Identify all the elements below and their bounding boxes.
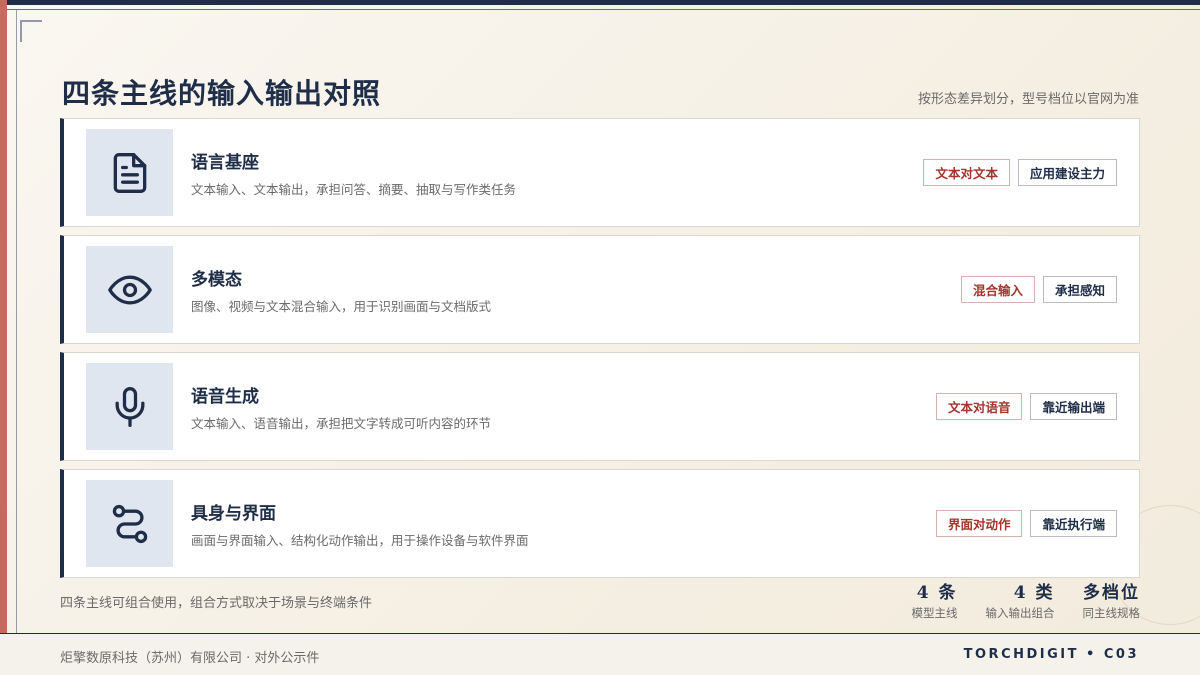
io-tag: 文本对文本 bbox=[923, 159, 1010, 186]
item-description: 画面与界面输入、结构化动作输出，用于操作设备与软件界面 bbox=[191, 532, 529, 548]
top-divider-line bbox=[0, 9, 1200, 10]
item-title: 多模态 bbox=[191, 269, 242, 290]
microphone-icon bbox=[115, 386, 144, 427]
stat-label: 输入输出组合 bbox=[985, 606, 1055, 620]
company-name: 炬擎数原科技（苏州）有限公司 · 对外公示件 bbox=[60, 651, 320, 666]
item-title: 语音生成 bbox=[191, 386, 259, 407]
stat-io-combos: 4 类 输入输出组合 bbox=[986, 578, 1055, 621]
item-title: 具身与界面 bbox=[191, 503, 276, 524]
stat-model-lines: 4 条 模型主线 bbox=[912, 578, 958, 621]
list-item-speech: 语音生成 文本输入、语音输出，承担把文字转成可听内容的环节 文本对语音 靠近输出… bbox=[60, 352, 1140, 461]
left-divider-line bbox=[16, 10, 17, 633]
list-item-multimodal: 多模态 图像、视频与文本混合输入，用于识别画面与文档版式 混合输入 承担感知 bbox=[60, 235, 1140, 344]
stat-value: 4 类 bbox=[1013, 583, 1055, 603]
stat-value: 多档位 bbox=[1083, 583, 1140, 603]
item-title: 语言基座 bbox=[191, 152, 259, 173]
brand-code: TORCHDIGIT • C03 bbox=[963, 647, 1139, 662]
page-title: 四条主线的输入输出对照 bbox=[62, 77, 382, 110]
list-item-language-base: 语言基座 文本输入、文本输出，承担问答、摘要、抽取与写作类任务 文本对文本 应用… bbox=[60, 118, 1140, 227]
stat-label: 同主线规格 bbox=[1082, 606, 1141, 620]
left-accent-bar bbox=[0, 0, 7, 633]
icon-tile bbox=[86, 129, 173, 216]
route-icon bbox=[112, 504, 147, 543]
page-subtitle: 按形态差异划分，型号档位以官网为准 bbox=[917, 92, 1139, 107]
icon-tile bbox=[86, 363, 173, 450]
item-description: 图像、视频与文本混合输入，用于识别画面与文档版式 bbox=[191, 298, 492, 314]
top-accent-bar bbox=[0, 0, 1200, 5]
role-tag: 靠近输出端 bbox=[1030, 393, 1117, 420]
role-tag: 承担感知 bbox=[1042, 276, 1117, 303]
item-description: 文本输入、文本输出，承担问答、摘要、抽取与写作类任务 bbox=[191, 181, 517, 197]
io-tag: 文本对语音 bbox=[935, 393, 1023, 420]
item-description: 文本输入、语音输出，承担把文字转成可听内容的环节 bbox=[191, 415, 492, 431]
io-tag: 混合输入 bbox=[960, 276, 1035, 303]
model-line-list: 语言基座 文本输入、文本输出，承担问答、摘要、抽取与写作类任务 文本对文本 应用… bbox=[60, 118, 1140, 586]
role-tag: 靠近执行端 bbox=[1030, 510, 1117, 537]
io-tag: 界面对动作 bbox=[935, 510, 1023, 537]
document-icon bbox=[113, 152, 146, 193]
stat-label: 模型主线 bbox=[911, 606, 958, 620]
icon-tile bbox=[86, 480, 173, 567]
eye-icon bbox=[107, 275, 152, 304]
stats-summary: 4 条 模型主线 4 类 输入输出组合 多档位 同主线规格 bbox=[912, 578, 1141, 621]
stat-spec-tiers: 多档位 同主线规格 bbox=[1083, 578, 1141, 621]
corner-mark bbox=[20, 20, 42, 42]
stat-value: 4 条 bbox=[916, 583, 958, 603]
list-item-embodied: 具身与界面 画面与界面输入、结构化动作输出，用于操作设备与软件界面 界面对动作 … bbox=[60, 469, 1140, 578]
role-tag: 应用建设主力 bbox=[1017, 159, 1117, 186]
icon-tile bbox=[86, 246, 173, 333]
footer-note: 四条主线可组合使用，组合方式取决于场景与终端条件 bbox=[60, 596, 373, 611]
